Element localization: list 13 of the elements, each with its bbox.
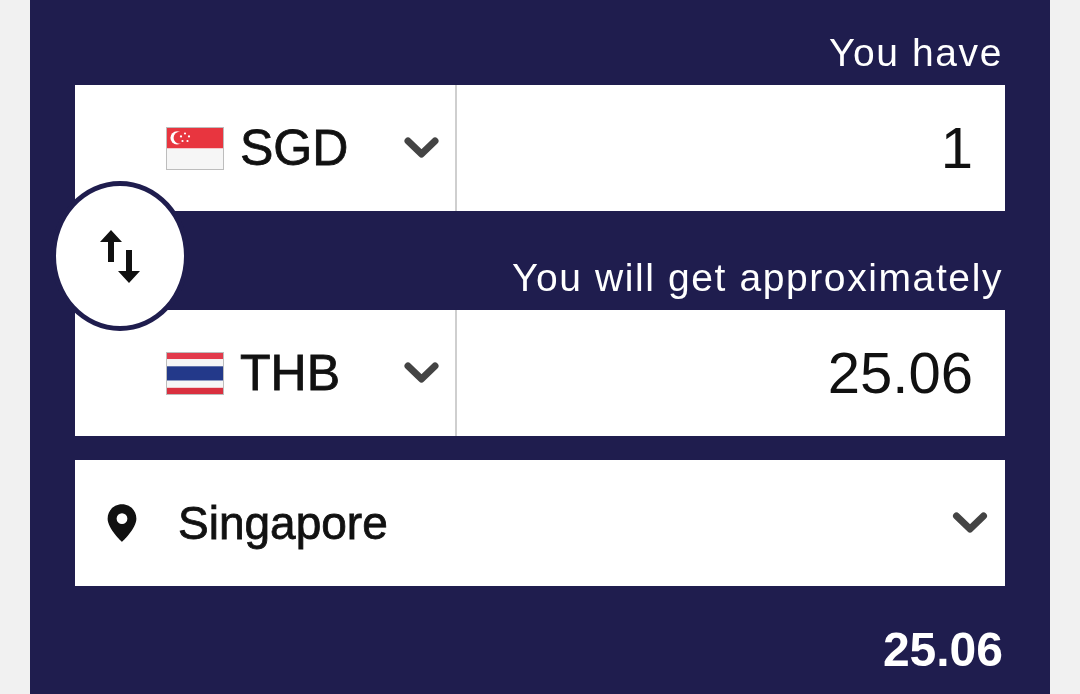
field-label: You have (828, 30, 1004, 76)
amount-field[interactable]: 1 (457, 85, 1005, 211)
map-pin-icon (107, 504, 137, 542)
amount-field[interactable]: 25.06 (457, 310, 1005, 436)
location-select[interactable]: Singapore (75, 460, 1005, 586)
swap-arrows-icon (100, 229, 140, 283)
converted-amount: 25.06 (882, 622, 1004, 678)
field-label: You will get approximately (511, 255, 1004, 301)
flag-icon (166, 351, 224, 395)
caret-icon (404, 137, 439, 159)
caret-icon (404, 362, 439, 384)
flag-icon (166, 126, 224, 170)
caret-icon (952, 512, 988, 534)
